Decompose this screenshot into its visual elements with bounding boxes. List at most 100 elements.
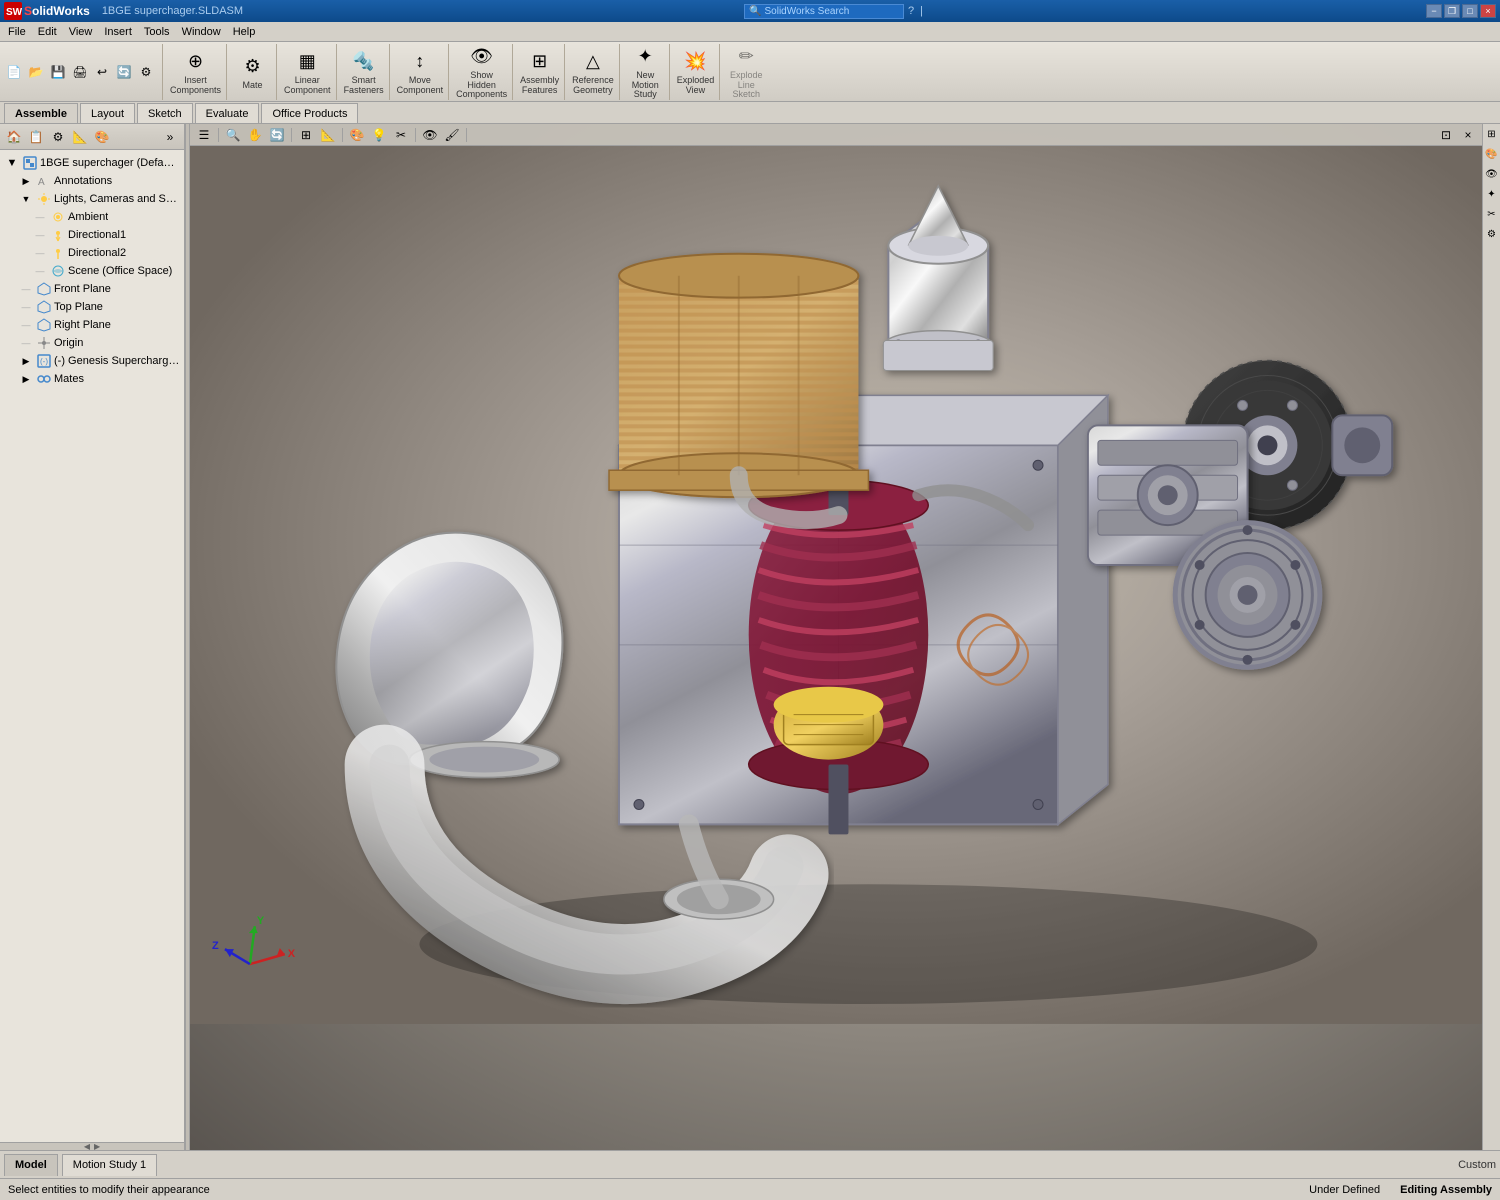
move-component-button[interactable]: ↕ MoveComponent	[396, 47, 445, 97]
menu-view[interactable]: View	[63, 25, 99, 39]
tree-expand-icon-genesis[interactable]: ▶	[18, 353, 34, 369]
toolbar-group-move: ↕ MoveComponent	[392, 44, 450, 100]
tree-item-top-plane[interactable]: — Top Plane	[0, 298, 184, 316]
lights-cameras-icon	[36, 191, 52, 207]
vp-menu-btn[interactable]: ☰	[194, 126, 214, 144]
vp-display-style-btn[interactable]: 🎨	[347, 126, 367, 144]
vp-fit-btn[interactable]: ⊞	[296, 126, 316, 144]
feature-manager-icon[interactable]: 🏠	[4, 127, 24, 147]
exploded-view-button[interactable]: 💥 ExplodedView	[676, 47, 716, 97]
tree-item-origin[interactable]: — Origin	[0, 334, 184, 352]
bottom-tab-motion-study[interactable]: Motion Study 1	[62, 1154, 157, 1176]
bottom-tab-model[interactable]: Model	[4, 1154, 58, 1176]
3d-model-view: X Y Z	[190, 146, 1482, 1024]
vp-zoom-btn[interactable]: 🔍	[223, 126, 243, 144]
svg-text:(-): (-)	[40, 357, 48, 366]
tree-item-lights-cameras[interactable]: ▼ Lights, Cameras and Scene	[0, 190, 184, 208]
open-button[interactable]: 📂	[26, 62, 46, 82]
vp-window-close-btn[interactable]: ×	[1458, 126, 1478, 144]
toolbar-group-reference: △ ReferenceGeometry	[567, 44, 620, 100]
vp-appearance-btn[interactable]: 🖌	[442, 126, 462, 144]
help-button[interactable]: ?	[908, 5, 914, 17]
right-panel-btn4[interactable]: ✦	[1484, 186, 1500, 202]
menu-window[interactable]: Window	[176, 25, 227, 39]
close-button[interactable]: ×	[1480, 4, 1496, 18]
display-manager-icon[interactable]: 🎨	[92, 127, 112, 147]
right-panel-btn1[interactable]: ⊞	[1484, 126, 1500, 142]
vp-section-view-btn[interactable]: ✂	[391, 126, 411, 144]
explode-line-sketch-button[interactable]: ✏ ExplodeLineSketch	[729, 42, 764, 102]
tree-item-right-plane[interactable]: — Right Plane	[0, 316, 184, 334]
property-manager-icon[interactable]: 📋	[26, 127, 46, 147]
scroll-right-icon[interactable]: ▶	[94, 1142, 100, 1151]
vp-sep2	[291, 128, 292, 142]
right-panel-btn3[interactable]: 👁	[1484, 166, 1500, 182]
show-hidden-button[interactable]: 👁 ShowHiddenComponents	[455, 42, 508, 102]
right-panel-btn2[interactable]: 🎨	[1484, 146, 1500, 162]
custom-label[interactable]: Custom	[1458, 1159, 1496, 1171]
vp-lighting-btn[interactable]: 💡	[369, 126, 389, 144]
menu-tools[interactable]: Tools	[138, 25, 176, 39]
right-panel-btn5[interactable]: ✂	[1484, 206, 1500, 222]
tab-evaluate[interactable]: Evaluate	[195, 103, 260, 123]
menu-file[interactable]: File	[2, 25, 32, 39]
minimize-button[interactable]: −	[1426, 4, 1442, 18]
insert-components-button[interactable]: ⊕ InsertComponents	[169, 47, 222, 97]
vp-view-orient-btn[interactable]: 📐	[318, 126, 338, 144]
menu-insert[interactable]: Insert	[98, 25, 138, 39]
tree-item-assembly-root[interactable]: ▼ 1BGE superchager (Default<Displa	[0, 154, 184, 172]
tree-item-scene[interactable]: — Scene (Office Space)	[0, 262, 184, 280]
scroll-left-icon[interactable]: ◀	[84, 1142, 90, 1151]
tab-layout[interactable]: Layout	[80, 103, 135, 123]
save-button[interactable]: 💾	[48, 62, 68, 82]
smart-fasteners-button[interactable]: 🔩 SmartFasteners	[343, 47, 385, 97]
rebuild-button[interactable]: 🔄	[114, 62, 134, 82]
svg-text:Y: Y	[257, 915, 265, 927]
vp-rotate-btn[interactable]: 🔄	[267, 126, 287, 144]
tree-expand-icon[interactable]: ▼	[4, 155, 20, 171]
feature-manager-panel: 🏠 📋 ⚙ 📐 🎨 » ▼ 1BGE superchager (Default<…	[0, 124, 185, 1150]
linear-component-label: LinearComponent	[284, 76, 331, 96]
tab-assemble[interactable]: Assemble	[4, 103, 78, 123]
tree-item-mates[interactable]: ▶ Mates	[0, 370, 184, 388]
tree-item-front-plane[interactable]: — Front Plane	[0, 280, 184, 298]
vp-pan-btn[interactable]: ✋	[245, 126, 265, 144]
svg-text:A: A	[38, 177, 45, 188]
panel-scroll-bar[interactable]: ◀ ▶	[0, 1142, 184, 1150]
vp-hide-show-btn[interactable]: 👁	[420, 126, 440, 144]
print-button[interactable]: 🖨	[70, 62, 90, 82]
tab-sketch[interactable]: Sketch	[137, 103, 193, 123]
panel-scroll-arrows: ◀ ▶	[84, 1142, 100, 1151]
panel-expand-icon[interactable]: »	[160, 127, 180, 147]
assembly-features-button[interactable]: ⊞ AssemblyFeatures	[519, 47, 560, 97]
dimxpert-icon[interactable]: 📐	[70, 127, 90, 147]
maximize-button[interactable]: □	[1462, 4, 1478, 18]
reference-geometry-button[interactable]: △ ReferenceGeometry	[571, 47, 615, 97]
tree-expand-icon-mates[interactable]: ▶	[18, 371, 34, 387]
tab-office-products[interactable]: Office Products	[261, 103, 358, 123]
search-box[interactable]: 🔍 SolidWorks Search	[744, 4, 904, 19]
explode-line-sketch-icon: ✏	[732, 43, 760, 71]
right-panel-btn6[interactable]: ⚙	[1484, 226, 1500, 242]
tree-item-genesis[interactable]: ▶ (-) (-) Genesis Supercharger Final	[0, 352, 184, 370]
new-motion-button[interactable]: ✦ NewMotionStudy	[630, 42, 660, 102]
menu-help[interactable]: Help	[227, 25, 262, 39]
new-button[interactable]: 📄	[4, 62, 24, 82]
toolbar-group-mate: ⚙ Mate	[229, 44, 277, 100]
vp-sep4	[415, 128, 416, 142]
options-button[interactable]: ⚙	[136, 62, 156, 82]
tree-item-directional1[interactable]: — Directional1	[0, 226, 184, 244]
tree-item-directional2[interactable]: — Directional2	[0, 244, 184, 262]
vp-window-max-btn[interactable]: ⊡	[1436, 126, 1456, 144]
mate-button[interactable]: ⚙ Mate	[238, 52, 268, 92]
tree-item-ambient[interactable]: — Ambient	[0, 208, 184, 226]
undo-button[interactable]: ↩	[92, 62, 112, 82]
tree-expand-icon-annotations[interactable]: ▶	[18, 173, 34, 189]
restore-button[interactable]: ❐	[1444, 4, 1460, 18]
linear-component-button[interactable]: ▦ LinearComponent	[283, 47, 332, 97]
tree-item-annotations[interactable]: ▶ A Annotations	[0, 172, 184, 190]
3d-viewport[interactable]: ☰ 🔍 ✋ 🔄 ⊞ 📐 🎨 💡 ✂ 👁 🖌 ⊡ ×	[190, 124, 1482, 1150]
config-manager-icon[interactable]: ⚙	[48, 127, 68, 147]
menu-edit[interactable]: Edit	[32, 25, 63, 39]
tree-expand-icon-lights[interactable]: ▼	[18, 191, 34, 207]
